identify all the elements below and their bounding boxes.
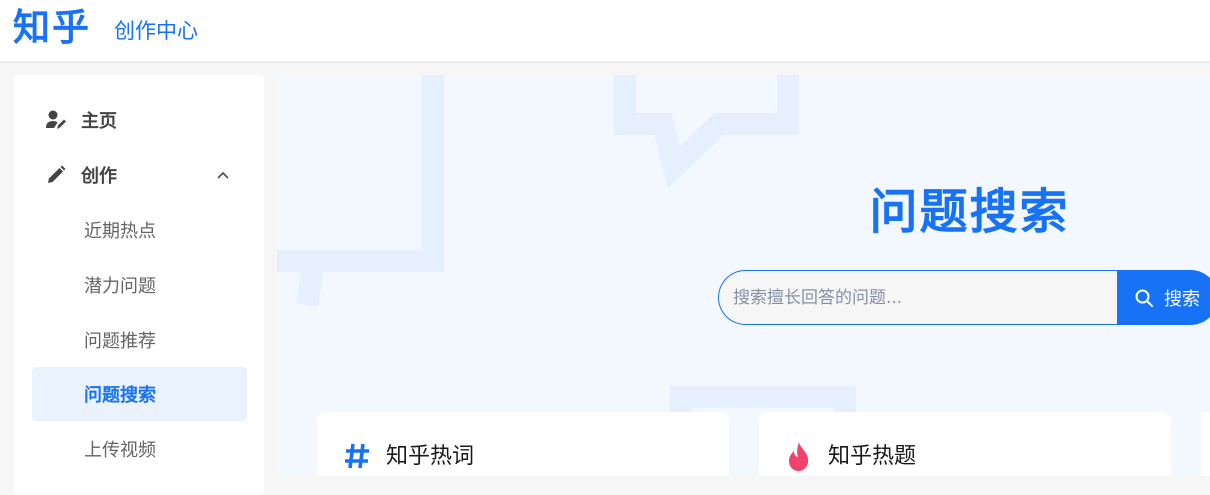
pencil-icon — [45, 164, 67, 186]
chevron-up-icon[interactable] — [213, 165, 233, 185]
sidebar-subitem-label: 潜力问题 — [84, 276, 156, 297]
card-title: 知乎热词 — [386, 444, 475, 469]
sidebar-subitem-label: 问题搜索 — [84, 385, 156, 406]
page-title: 问题搜索 — [869, 184, 1070, 240]
hot-words-card[interactable]: 知乎热词 — [317, 412, 729, 476]
search-icon — [1135, 289, 1153, 307]
flame-icon — [789, 442, 809, 471]
sidebar-subitem-label: 问题推荐 — [84, 331, 156, 352]
search-button[interactable]: 搜索 — [1117, 270, 1210, 325]
sidebar-subitem-potential-questions[interactable]: 潜力问题 — [32, 258, 247, 312]
sidebar-subitem-question-search[interactable]: 问题搜索 — [32, 367, 247, 421]
search-button-label: 搜索 — [1164, 288, 1200, 310]
search-bar: 搜索 — [718, 270, 1210, 325]
user-edit-icon — [45, 109, 67, 131]
sidebar-subitem-label: 上传视频 — [84, 440, 156, 461]
sidebar-item-home[interactable]: 主页 — [32, 93, 247, 147]
sidebar-subitem-recommended-questions[interactable]: 问题推荐 — [32, 313, 247, 367]
hot-topics-card[interactable]: 知乎热题 — [759, 412, 1171, 476]
sidebar-subitem-recent-hot[interactable]: 近期热点 — [32, 203, 247, 257]
sidebar-item-label: 创作 — [81, 166, 117, 187]
search-input[interactable] — [718, 270, 1118, 325]
third-card-edge — [1201, 412, 1210, 476]
main-content: 问题搜索 搜索 知乎热词 知乎热题 — [277, 75, 1210, 476]
sidebar-subitem-upload-video[interactable]: 上传视频 — [32, 422, 247, 476]
card-title: 知乎热题 — [828, 444, 917, 469]
sidebar-item-create[interactable]: 创作 — [32, 148, 247, 202]
top-bar: 知乎 创作中心 — [0, 0, 1210, 62]
hash-icon — [345, 443, 369, 469]
sidebar-subitem-label: 近期热点 — [84, 221, 156, 242]
sidebar-item-label: 主页 — [81, 111, 117, 132]
creator-center-title[interactable]: 创作中心 — [114, 18, 198, 44]
sidebar: 主页 创作 近期热点 潜力问题 问题推荐 问题搜索 上传视频 — [14, 75, 264, 495]
zhihu-logo[interactable]: 知乎 — [13, 6, 91, 50]
